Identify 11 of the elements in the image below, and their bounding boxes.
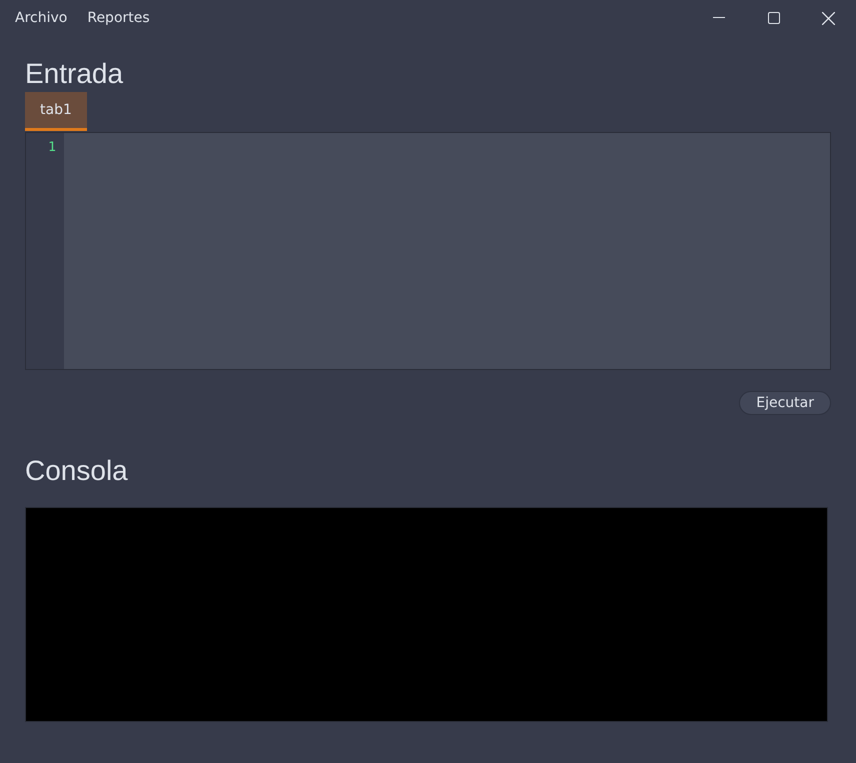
code-editor[interactable]: 1	[25, 132, 831, 370]
section-title: Consola	[25, 455, 128, 487]
section-title: Entrada	[25, 58, 124, 90]
menu-item[interactable]: Archivo	[15, 10, 68, 26]
editor-tab[interactable]: tab1	[25, 92, 87, 131]
menu-item[interactable]: Reportes	[87, 10, 150, 26]
run-button[interactable]: Ejecutar	[739, 391, 831, 415]
minimize-icon[interactable]	[712, 17, 724, 19]
line-number: 1	[47, 140, 56, 155]
maximize-icon[interactable]	[768, 12, 780, 24]
close-icon[interactable]	[822, 12, 835, 24]
